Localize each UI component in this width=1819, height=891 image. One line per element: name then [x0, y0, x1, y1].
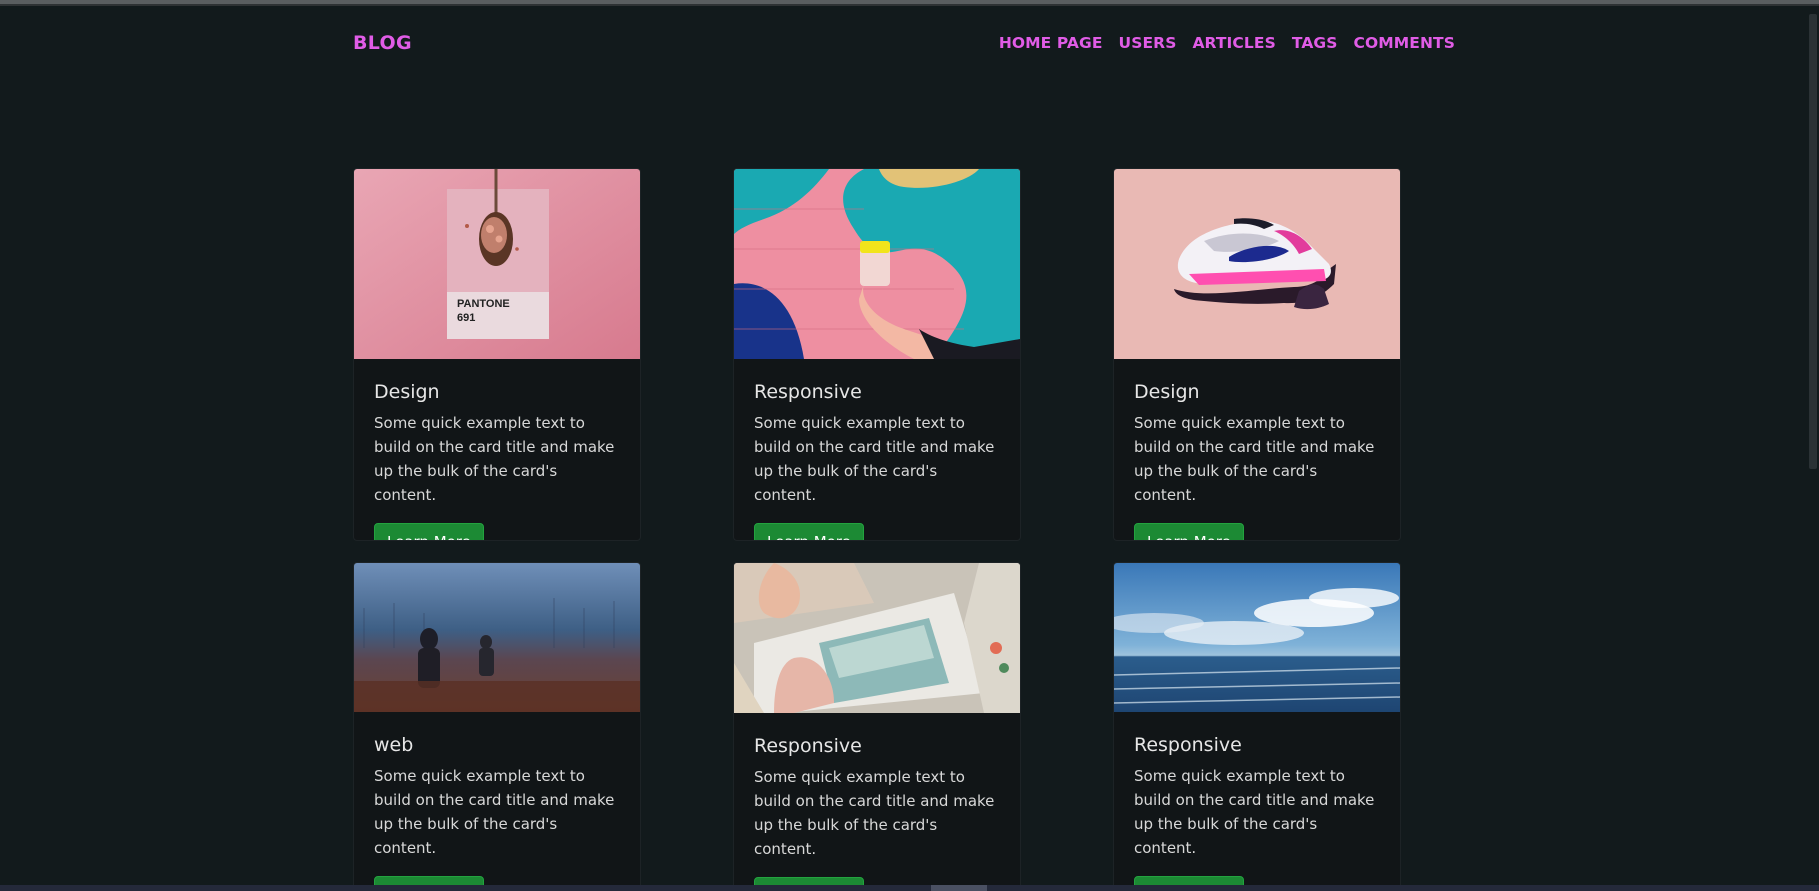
card-image-ocean-sky: [1114, 563, 1400, 712]
nav-users[interactable]: USERS: [1119, 34, 1177, 52]
card-text: Some quick example text to build on the …: [754, 414, 995, 504]
vertical-scrollbar-thumb[interactable]: [1809, 14, 1817, 469]
card: Responsive Some quick example text to bu…: [733, 562, 1021, 889]
card-title: Responsive: [754, 735, 862, 757]
nav-tags[interactable]: TAGS: [1292, 34, 1338, 52]
brand-logo[interactable]: BLOG: [353, 32, 412, 54]
card-title: web: [374, 734, 414, 756]
card: web Some quick example text to build on …: [353, 562, 641, 889]
card-text: Some quick example text to build on the …: [374, 414, 615, 504]
card-image-colorful-wall-cup: [734, 169, 1020, 359]
card: PANTONE 691 Design Some quick example te…: [353, 168, 641, 541]
learn-more-button[interactable]: Learn More: [374, 523, 484, 540]
card: Design Some quick example text to build …: [1113, 168, 1401, 541]
card-image-foggy-field: [354, 563, 640, 712]
card-image-sneaker-hand: [1114, 169, 1400, 359]
card: Responsive Some quick example text to bu…: [1113, 562, 1401, 889]
card-title: Design: [374, 381, 440, 403]
horizontal-scrollbar[interactable]: [0, 885, 1819, 891]
nav-comments[interactable]: COMMENTS: [1354, 34, 1456, 52]
card-title: Responsive: [754, 381, 862, 403]
nav-home-page[interactable]: HOME PAGE: [999, 34, 1103, 52]
pantone-label: PANTONE: [457, 298, 510, 310]
card-text: Some quick example text to build on the …: [1134, 414, 1375, 504]
card: Responsive Some quick example text to bu…: [733, 168, 1021, 541]
card-image-pantone-spoon: PANTONE 691: [354, 169, 640, 359]
learn-more-button[interactable]: Learn More: [1134, 523, 1244, 540]
nav-articles[interactable]: ARTICLES: [1192, 34, 1275, 52]
learn-more-button[interactable]: Learn More: [754, 523, 864, 540]
main-nav: HOME PAGE USERS ARTICLES TAGS COMMENTS: [999, 34, 1455, 52]
card-title: Design: [1134, 381, 1200, 403]
pantone-number: 691: [457, 312, 475, 324]
card-title: Responsive: [1134, 734, 1242, 756]
horizontal-scrollbar-thumb[interactable]: [931, 885, 987, 891]
card-image-vintage-van: [734, 563, 1020, 713]
card-text: Some quick example text to build on the …: [374, 767, 615, 857]
card-text: Some quick example text to build on the …: [1134, 767, 1375, 857]
browser-top-strip: [0, 0, 1819, 6]
card-text: Some quick example text to build on the …: [754, 768, 995, 858]
